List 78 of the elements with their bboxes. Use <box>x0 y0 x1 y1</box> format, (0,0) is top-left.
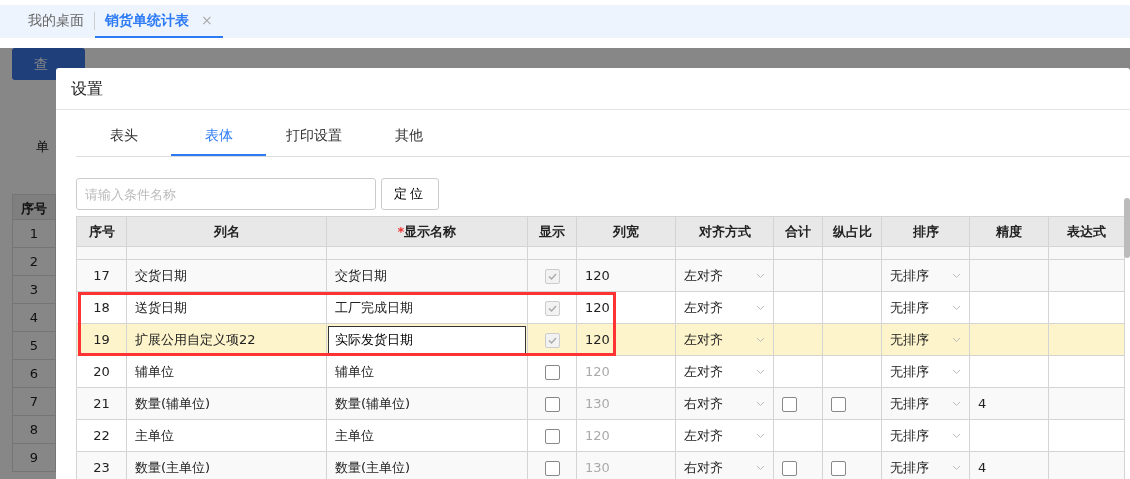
table-cell: 20 <box>76 355 127 388</box>
checkbox[interactable] <box>831 396 846 412</box>
table-cell[interactable]: 120 <box>576 291 676 324</box>
row-number: 9 <box>12 443 56 472</box>
checkbox[interactable] <box>782 460 797 476</box>
dialog-title: 设置 <box>56 68 1130 110</box>
search-field[interactable]: 请输入条件名称 <box>76 178 376 210</box>
caret-icon <box>756 432 765 439</box>
column-header: 显示 <box>527 216 577 247</box>
row-number: 7 <box>12 387 56 416</box>
field-label: 单 <box>36 138 49 156</box>
table-cell: 交货日期 <box>126 259 327 292</box>
table-cell: 22 <box>76 419 127 452</box>
table-cell: 4 <box>969 387 1049 420</box>
row-number: 5 <box>12 331 56 360</box>
table-cell: 数量(主单位) <box>126 451 327 479</box>
text-field[interactable]: 实际发货日期 <box>328 325 526 354</box>
row-number: 4 <box>12 303 56 332</box>
column-header: 列名 <box>126 216 327 247</box>
caret-icon <box>952 464 961 471</box>
checkbox[interactable] <box>544 396 560 412</box>
caret-icon <box>756 368 765 375</box>
scrollbar[interactable] <box>1124 198 1130 258</box>
caret-icon <box>952 336 961 343</box>
table-cell: 主单位 <box>326 419 528 452</box>
caret-icon <box>756 400 765 407</box>
dialog-tab[interactable]: 打印设置 <box>266 118 361 156</box>
checkbox[interactable] <box>831 460 846 476</box>
column-header: 表达式 <box>1048 216 1125 247</box>
caret-icon <box>756 272 765 279</box>
table-cell: 数量(辅单位) <box>126 387 327 420</box>
checkbox[interactable] <box>544 364 560 380</box>
table-cell: 交货日期 <box>326 259 528 292</box>
table-cell: 17 <box>76 259 127 292</box>
row-number: 2 <box>12 247 56 276</box>
checkbox[interactable] <box>544 460 560 476</box>
table-cell: 数量(辅单位) <box>326 387 528 420</box>
checkbox[interactable] <box>782 396 797 412</box>
checkbox[interactable] <box>544 428 560 444</box>
table-cell: 21 <box>76 387 127 420</box>
page-tab[interactable]: 我的桌面 <box>18 6 94 38</box>
checkbox[interactable] <box>544 332 560 348</box>
column-header: 合计 <box>773 216 823 247</box>
table-cell: 主单位 <box>126 419 327 452</box>
table-cell: 数量(主单位) <box>326 451 528 479</box>
caret-icon <box>756 304 765 311</box>
locate-button[interactable]: 定位 <box>381 178 439 210</box>
table-cell: 23 <box>76 451 127 479</box>
table-cell: 辅单位 <box>126 355 327 388</box>
column-header: 精度 <box>969 216 1049 247</box>
dialog-tab[interactable]: 其他 <box>361 118 456 156</box>
dialog-tab[interactable]: 表体 <box>171 118 266 156</box>
caret-icon <box>952 304 961 311</box>
column-header: 显示名称 <box>404 223 457 239</box>
checkbox[interactable] <box>544 300 560 316</box>
caret-icon <box>952 368 961 375</box>
column-header: 排序 <box>881 216 970 247</box>
caret-icon <box>952 432 961 439</box>
column-header: 列宽 <box>576 216 676 247</box>
row-number: 8 <box>12 415 56 444</box>
table-header: 序号 <box>12 193 56 220</box>
caret-icon <box>756 464 765 471</box>
caret-icon <box>756 336 765 343</box>
row-number: 3 <box>12 275 56 304</box>
column-header: 对齐方式 <box>675 216 774 247</box>
required-mark: * <box>397 223 405 239</box>
page-tab[interactable]: 销货单统计表 × <box>95 6 223 38</box>
table-cell: 4 <box>969 451 1049 479</box>
row-number: 6 <box>12 359 56 388</box>
dialog-tab[interactable]: 表头 <box>76 118 171 156</box>
column-header: 纵占比 <box>822 216 882 247</box>
row-number: 1 <box>12 219 56 248</box>
table-cell: 辅单位 <box>326 355 528 388</box>
column-header: 序号 <box>76 216 127 247</box>
caret-icon <box>952 272 961 279</box>
caret-icon <box>952 400 961 407</box>
table-cell[interactable]: 120 <box>576 259 676 292</box>
checkbox[interactable] <box>544 268 560 284</box>
